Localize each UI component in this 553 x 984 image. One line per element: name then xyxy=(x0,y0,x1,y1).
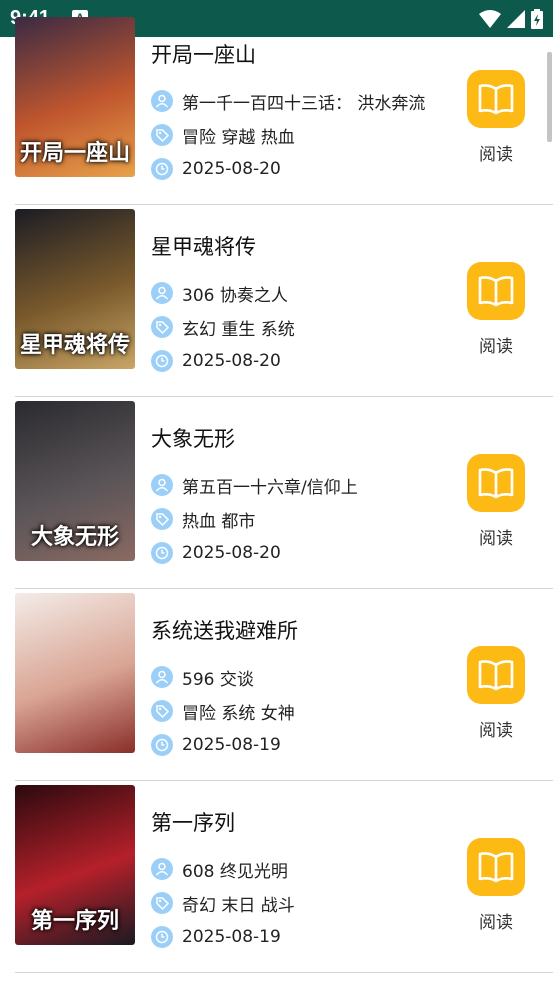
chapter-row: 306 协奏之人 xyxy=(151,281,288,306)
book-icon xyxy=(478,660,514,691)
tags-row: 热血 都市 xyxy=(151,507,256,532)
latest-chapter: 596 交谈 xyxy=(182,669,254,690)
latest-chapter: 第五百一十六章/信仰上 xyxy=(182,477,358,498)
tags-row: 奇幻 末日 战斗 xyxy=(151,891,295,916)
chapter-row: 596 交谈 xyxy=(151,665,254,690)
user-icon xyxy=(151,90,173,112)
list-item[interactable]: 第一序列 第一序列 608 终见光明 奇幻 末日 战斗 2025-08-19 阅… xyxy=(0,767,553,973)
tags-row: 冒险 穿越 热血 xyxy=(151,123,295,148)
genre-tags: 热血 都市 xyxy=(182,511,256,532)
tag-icon xyxy=(151,124,173,146)
cover-image[interactable]: 大象无形 xyxy=(15,401,135,561)
read-label[interactable]: 阅读 xyxy=(467,716,525,741)
clock-icon xyxy=(151,158,173,180)
chapter-row: 608 终见光明 xyxy=(151,857,288,882)
update-date: 2025-08-20 xyxy=(182,351,281,371)
book-icon xyxy=(478,276,514,307)
list-item[interactable]: 开局一座山 开局一座山 第一千一百四十三话： 洪水奔流 冒险 穿越 热血 202… xyxy=(0,0,553,205)
read-button[interactable] xyxy=(467,262,525,320)
comic-title[interactable]: 系统送我避难所 xyxy=(151,615,298,645)
comic-title[interactable]: 第一序列 xyxy=(151,807,235,837)
comic-title[interactable]: 大象无形 xyxy=(151,423,235,453)
tags-row: 玄幻 重生 系统 xyxy=(151,315,295,340)
update-date: 2025-08-20 xyxy=(182,543,281,563)
genre-tags: 玄幻 重生 系统 xyxy=(182,319,295,340)
cover-title-art: 第一序列 xyxy=(30,909,119,934)
read-label[interactable]: 阅读 xyxy=(467,524,525,549)
clock-icon xyxy=(151,542,173,564)
list-item[interactable]: 系统送我避难所 596 交谈 冒险 系统 女神 2025-08-19 阅读 xyxy=(0,575,553,781)
latest-chapter: 608 终见光明 xyxy=(182,861,288,882)
update-date: 2025-08-19 xyxy=(182,927,281,947)
book-icon xyxy=(478,468,514,499)
read-label[interactable]: 阅读 xyxy=(467,332,525,357)
clock-icon xyxy=(151,926,173,948)
update-date: 2025-08-19 xyxy=(182,735,281,755)
genre-tags: 冒险 穿越 热血 xyxy=(182,127,295,148)
divider xyxy=(15,972,553,973)
date-row: 2025-08-20 xyxy=(151,541,281,565)
tag-icon xyxy=(151,508,173,530)
genre-tags: 奇幻 末日 战斗 xyxy=(182,895,295,916)
user-icon xyxy=(151,474,173,496)
tags-row: 冒险 系统 女神 xyxy=(151,699,295,724)
book-icon xyxy=(478,852,514,883)
read-button[interactable] xyxy=(467,70,525,128)
cover-title-art: 星甲魂将传 xyxy=(19,333,130,358)
comic-title[interactable]: 星甲魂将传 xyxy=(151,231,256,261)
tag-icon xyxy=(151,700,173,722)
read-label[interactable]: 阅读 xyxy=(467,908,525,933)
tag-icon xyxy=(151,892,173,914)
latest-chapter: 第一千一百四十三话： 洪水奔流 xyxy=(182,93,426,114)
clock-icon xyxy=(151,350,173,372)
read-label[interactable]: 阅读 xyxy=(467,140,525,165)
genre-tags: 冒险 系统 女神 xyxy=(182,703,295,724)
chapter-row: 第一千一百四十三话： 洪水奔流 xyxy=(151,89,426,114)
date-row: 2025-08-20 xyxy=(151,349,281,373)
cover-image[interactable]: 星甲魂将传 xyxy=(15,209,135,369)
date-row: 2025-08-19 xyxy=(151,733,281,757)
latest-chapter: 306 协奏之人 xyxy=(182,285,288,306)
chapter-row: 第五百一十六章/信仰上 xyxy=(151,473,358,498)
cover-image[interactable] xyxy=(15,593,135,753)
cover-title-art: 大象无形 xyxy=(30,525,119,550)
date-row: 2025-08-20 xyxy=(151,157,281,181)
user-icon xyxy=(151,858,173,880)
cover-title-art: 开局一座山 xyxy=(19,141,130,166)
update-date: 2025-08-20 xyxy=(182,159,281,179)
tag-icon xyxy=(151,316,173,338)
date-row: 2025-08-19 xyxy=(151,925,281,949)
user-icon xyxy=(151,282,173,304)
read-button[interactable] xyxy=(467,838,525,896)
clock-icon xyxy=(151,734,173,756)
cover-image[interactable]: 第一序列 xyxy=(15,785,135,945)
read-button[interactable] xyxy=(467,454,525,512)
comic-title[interactable]: 开局一座山 xyxy=(151,39,256,69)
cover-image[interactable]: 开局一座山 xyxy=(15,17,135,177)
list-item[interactable]: 星甲魂将传 星甲魂将传 306 协奏之人 玄幻 重生 系统 2025-08-20… xyxy=(0,191,553,397)
book-icon xyxy=(478,84,514,115)
read-button[interactable] xyxy=(467,646,525,704)
user-icon xyxy=(151,666,173,688)
list-item[interactable]: 大象无形 大象无形 第五百一十六章/信仰上 热血 都市 2025-08-20 阅… xyxy=(0,383,553,589)
scrollbar[interactable] xyxy=(547,52,552,142)
